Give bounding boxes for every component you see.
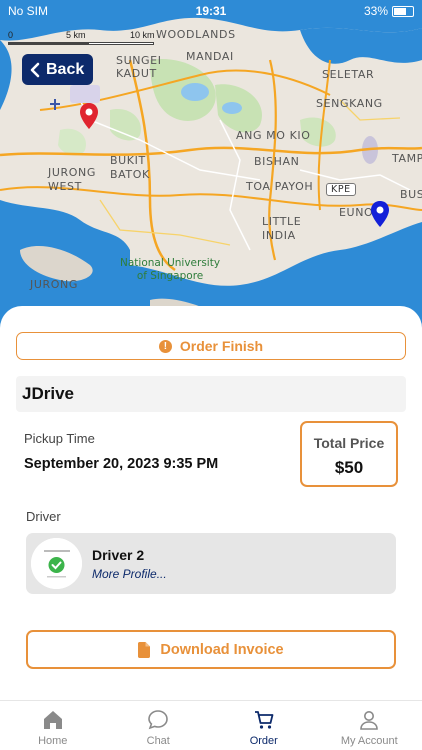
driver-section-label: Driver (26, 509, 61, 524)
download-invoice-label: Download Invoice (160, 641, 284, 658)
pickup-pin-icon[interactable] (79, 102, 99, 130)
map-place-bus: BUS (400, 188, 422, 201)
more-profile-link[interactable]: More Profile... (92, 567, 167, 581)
map-place-sungei-kadut: SUNGEI KADUT (116, 54, 162, 80)
map-place-mandai: MANDAI (186, 50, 234, 63)
map-place-little-india: LITTLE INDIA (262, 215, 302, 242)
map-place-bishan: BISHAN (254, 155, 300, 168)
user-icon (360, 711, 379, 730)
map-place-tampines: TAMP (392, 152, 422, 165)
driver-card[interactable]: Driver 2 More Profile... (26, 533, 396, 594)
pickup-time-value: September 20, 2023 9:35 PM (24, 456, 219, 472)
order-detail-sheet: ! Order Finish JDrive Pickup Time Septem… (0, 306, 422, 700)
home-icon (43, 711, 62, 729)
map-place-ang-mo-kio: ANG MO KIO (236, 129, 311, 142)
route-map[interactable]: No SIM 19:31 33% 0 5 km 10 km WOODLANDS … (0, 0, 422, 330)
battery-text: 33% (363, 4, 388, 18)
clock-text: 19:31 (195, 4, 227, 18)
scale-bar (8, 42, 154, 45)
status-bar: No SIM 19:31 33% (0, 0, 422, 22)
back-button-label: Back (46, 60, 85, 78)
battery-icon (392, 6, 414, 17)
scale-label-mid: 5 km (66, 30, 86, 40)
bottom-tab-bar: Home Chat Order My Account (0, 700, 422, 750)
map-place-nus: National University of Singapore (120, 257, 221, 282)
scale-label-end: 10 km (130, 30, 155, 40)
download-invoice-button[interactable]: Download Invoice (26, 630, 396, 669)
tab-home[interactable]: Home (0, 701, 106, 750)
map-scale: 0 5 km 10 km (8, 30, 158, 46)
driver-avatar (31, 538, 82, 589)
service-name-row: JDrive (16, 376, 406, 412)
map-road-kpe: KPE (326, 183, 356, 196)
map-place-jurong: JURONG (30, 278, 78, 291)
total-price-value: $50 (334, 458, 364, 477)
total-price-box: Total Price $50 (300, 421, 398, 487)
tab-home-label: Home (38, 735, 68, 747)
driver-name: Driver 2 (92, 547, 145, 563)
tab-chat-label: Chat (146, 735, 170, 747)
chevron-left-icon (30, 62, 40, 77)
chat-icon (148, 710, 169, 730)
map-place-sengkang: SENGKANG (316, 97, 383, 110)
order-status-badge: ! Order Finish (16, 332, 406, 360)
map-place-bukit-batok: BUKIT BATOK (110, 154, 150, 181)
scale-label-start: 0 (8, 30, 14, 40)
map-place-woodlands: WOODLANDS (156, 28, 236, 41)
tab-my-account[interactable]: My Account (317, 701, 422, 750)
map-place-toa-payoh: TOA PAYOH (246, 180, 314, 193)
tab-order[interactable]: Order (211, 701, 317, 750)
order-status-text: Order Finish (179, 338, 264, 354)
tab-chat[interactable]: Chat (106, 701, 212, 750)
document-icon (138, 641, 151, 658)
map-place-jurong-west: JURONG WEST (48, 166, 96, 193)
cart-icon (254, 711, 274, 729)
total-price-label: Total Price (313, 435, 385, 451)
tab-my-account-label: My Account (340, 735, 398, 747)
pickup-time-label: Pickup Time (24, 431, 95, 446)
info-icon: ! (158, 339, 172, 353)
driver-avatar-image (31, 538, 82, 589)
back-button[interactable]: Back (22, 54, 93, 85)
service-name: JDrive (22, 384, 74, 403)
dropoff-pin-icon[interactable] (370, 200, 390, 228)
tab-order-label: Order (249, 735, 278, 747)
map-place-seletar: SELETAR (322, 68, 375, 81)
